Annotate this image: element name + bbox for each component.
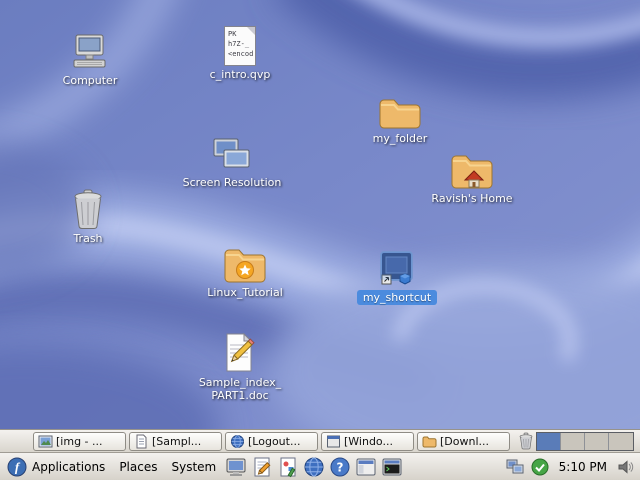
desktop-icon-my-folder[interactable]: my_folder (355, 84, 445, 145)
icon-label: Sample_index_ PART1.doc (199, 376, 281, 402)
workspace-1[interactable] (537, 433, 561, 450)
image-viewer-icon (38, 434, 53, 449)
folder-favorites-icon (223, 238, 267, 284)
task-button-label: [Windo... (344, 435, 393, 448)
fedora-logo-icon: f (7, 457, 27, 477)
workspace-3[interactable] (585, 433, 609, 450)
icon-label: c_intro.qvp (210, 68, 271, 81)
taskbar-window-downloads[interactable]: [Downl... (417, 432, 510, 451)
terminal-icon (381, 456, 403, 478)
main-menu-panel: f Applications Places System (0, 452, 640, 480)
web-browser-launcher[interactable] (302, 454, 326, 480)
taskbar-window-sample[interactable]: [Sampl... (129, 432, 222, 451)
draw-icon (277, 456, 299, 478)
window-icon (326, 434, 341, 449)
folder-small-icon (422, 434, 437, 449)
svg-text:?: ? (337, 460, 344, 474)
desktop-icon-screen-resolution[interactable]: Screen Resolution (180, 128, 284, 189)
system-menu[interactable]: System (164, 453, 223, 480)
web-browser-icon (230, 434, 245, 449)
clock[interactable]: 5:10 PM (556, 460, 610, 474)
terminal-launcher[interactable] (380, 454, 404, 480)
workspace-4[interactable] (609, 433, 633, 450)
places-menu-label: Places (119, 460, 157, 474)
desktop-icon-my-shortcut[interactable]: my_shortcut (352, 242, 442, 305)
computer-icon (70, 26, 110, 72)
applications-menu-label: Applications (32, 460, 105, 474)
file-preview-line: <encod (228, 50, 255, 59)
update-notifier-icon[interactable] (531, 458, 549, 476)
shortcut-icon (377, 242, 417, 288)
icon-label: my_folder (373, 132, 428, 145)
notification-area: 5:10 PM (506, 458, 635, 476)
trash-icon (70, 184, 106, 230)
task-button-label: [Downl... (440, 435, 489, 448)
taskbar-window-img[interactable]: [img - ... (33, 432, 126, 451)
icon-label-line1: Sample_index_ (199, 376, 281, 389)
screenshot-launcher[interactable] (224, 454, 248, 480)
help-icon: ? (329, 456, 351, 478)
taskbar-window-logout[interactable]: [Logout... (225, 432, 318, 451)
text-file-icon: PK h7Z-_ <encod (224, 20, 256, 66)
document-pencil-icon (220, 328, 260, 374)
desktop-icon-ravishs-home[interactable]: Ravish's Home (427, 144, 517, 205)
volume-icon[interactable] (617, 458, 635, 476)
taskbar-window-windo[interactable]: [Windo... (321, 432, 414, 451)
places-menu[interactable]: Places (112, 453, 164, 480)
applications-menu[interactable]: f Applications (0, 453, 112, 480)
file-preview-line: h7Z-_ (228, 40, 255, 49)
task-button-label: [img - ... (56, 435, 103, 448)
window-list-panel: [img - ... [Sampl... [Logout... [Windo..… (0, 429, 640, 452)
icon-label: Trash (73, 232, 102, 245)
workspace-switcher (536, 432, 634, 451)
network-icon[interactable] (506, 458, 524, 476)
desktop[interactable]: Computer PK h7Z-_ <encod c_intro.qvp my_… (0, 0, 640, 429)
file-manager-icon (355, 456, 377, 478)
globe-icon (303, 456, 325, 478)
desktop-icon-linux-tutorial[interactable]: Linux_Tutorial (200, 238, 290, 299)
task-button-label: [Sampl... (152, 435, 201, 448)
desktop-icon-sample-index-doc[interactable]: Sample_index_ PART1.doc (195, 328, 285, 402)
file-manager-launcher[interactable] (354, 454, 378, 480)
icon-label: Computer (63, 74, 118, 87)
display-settings-icon (211, 128, 253, 174)
writer-icon (251, 456, 273, 478)
icon-label: Ravish's Home (431, 192, 512, 205)
icon-label-line2: PART1.doc (199, 389, 281, 402)
folder-icon (378, 84, 422, 130)
desktop-icon-trash[interactable]: Trash (43, 184, 133, 245)
home-folder-icon (450, 144, 494, 190)
desktop-icon-computer[interactable]: Computer (45, 26, 135, 87)
icon-label: Screen Resolution (183, 176, 282, 189)
writer-launcher[interactable] (250, 454, 274, 480)
system-menu-label: System (171, 460, 216, 474)
trash-applet[interactable] (518, 432, 534, 450)
trash-icon (518, 432, 534, 450)
draw-launcher[interactable] (276, 454, 300, 480)
desktop-icon-c-intro[interactable]: PK h7Z-_ <encod c_intro.qvp (195, 20, 285, 81)
icon-label: my_shortcut (357, 290, 437, 305)
workspace-2[interactable] (561, 433, 585, 450)
icon-label: Linux_Tutorial (207, 286, 283, 299)
screenshot-icon (225, 456, 247, 478)
task-button-label: [Logout... (248, 435, 300, 448)
document-icon (134, 434, 149, 449)
help-launcher[interactable]: ? (328, 454, 352, 480)
